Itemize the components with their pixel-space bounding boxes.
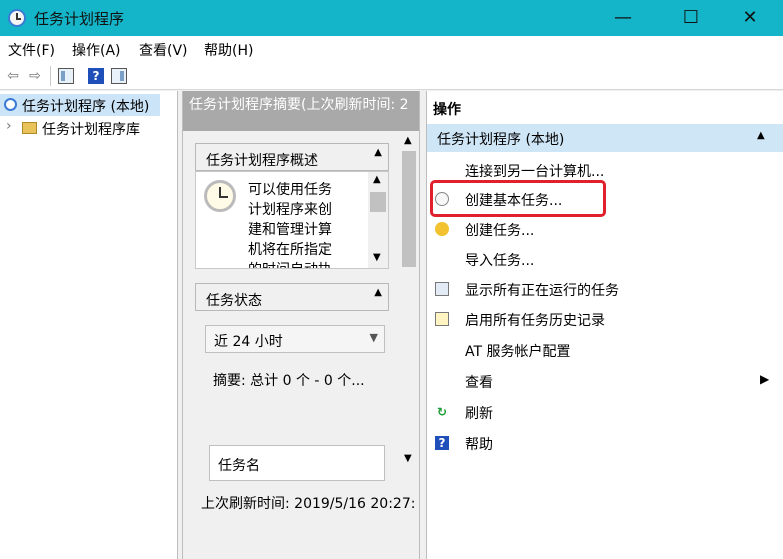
close-button[interactable]: ✕ [727, 0, 773, 36]
tree-item-library[interactable]: 任务计划程序库 [42, 119, 140, 139]
toolbar-divider [50, 66, 51, 86]
highlight-box [430, 180, 606, 217]
show-tree-icon[interactable] [58, 68, 74, 84]
task-clock-icon [435, 222, 449, 236]
last-refresh-time: 上次刷新时间: 2019/5/16 20:27: [201, 496, 416, 512]
help-icon: ? [435, 436, 449, 450]
clock-icon [8, 9, 26, 27]
minimize-button[interactable]: — [600, 0, 646, 36]
overview-line: 建和管理计算 [248, 222, 332, 238]
summary-header: 任务计划程序摘要(上次刷新时间: 2 [183, 91, 419, 131]
scroll-down-icon[interactable]: ▼ [404, 453, 412, 464]
window-title: 任务计划程序 [34, 10, 125, 28]
forward-arrow-icon[interactable]: ⇨ [26, 67, 44, 85]
status-section-header[interactable]: 任务状态 ▲ [195, 283, 389, 311]
collapse-icon[interactable]: ▲ [374, 287, 382, 298]
summary-pane: 任务计划程序摘要(上次刷新时间: 2 任务计划程序概述 ▲ 可以使用任务 计划程… [182, 91, 420, 559]
action-at-service-config[interactable]: AT 服务帐户配置 [465, 341, 571, 361]
overview-line: 的时间自动执 [248, 260, 360, 268]
task-name-label: 任务名 [218, 458, 260, 474]
task-name-column-header[interactable]: 任务名 [209, 445, 385, 481]
scroll-up-icon[interactable]: ▲ [404, 135, 412, 146]
menu-help[interactable]: 帮助(H) [204, 40, 253, 60]
action-refresh[interactable]: 刷新 [465, 403, 493, 423]
toolbar: ⇦ ⇨ ? [0, 62, 783, 90]
action-help[interactable]: 帮助 [465, 434, 493, 454]
overview-line: 机将在所指定 [248, 242, 332, 258]
actions-pane: 操作 任务计划程序 (本地) ▲ 连接到另一台计算机... 创建基本任务... … [426, 91, 783, 559]
chevron-right-icon[interactable]: › [6, 118, 12, 134]
refresh-icon: ↻ [436, 405, 448, 419]
action-import-task[interactable]: 导入任务... [465, 250, 534, 270]
chevron-down-icon: ▼ [369, 331, 378, 344]
scroll-thumb[interactable] [402, 151, 416, 267]
running-tasks-icon [435, 282, 449, 296]
overview-line: 可以使用任务 [248, 182, 332, 198]
menu-view[interactable]: 查看(V) [139, 40, 188, 60]
action-connect[interactable]: 连接到另一台计算机... [465, 161, 604, 181]
action-view[interactable]: 查看 [465, 372, 493, 392]
help-icon[interactable]: ? [88, 68, 104, 84]
scroll-down-icon[interactable]: ▼ [373, 252, 381, 263]
overview-line: 计划程序来创 [248, 202, 332, 218]
clock-icon [4, 98, 17, 111]
navigation-tree: 任务计划程序 (本地) › 任务计划程序库 [0, 91, 178, 559]
menu-file[interactable]: 文件(F) [8, 40, 55, 60]
clock-hand [220, 196, 228, 198]
actions-group-header[interactable]: 任务计划程序 (本地) ▲ [427, 124, 783, 152]
title-bar: 任务计划程序 — ☐ ✕ [0, 0, 783, 36]
tree-item-root[interactable]: 任务计划程序 (本地) [22, 96, 149, 116]
overview-text: 可以使用任务 计划程序来创 建和管理计算 机将在所指定 的时间自动执 [248, 180, 360, 268]
dropdown-value: 近 24 小时 [214, 334, 283, 350]
submenu-arrow-icon: ▶ [760, 372, 770, 386]
menu-action[interactable]: 操作(A) [72, 40, 121, 60]
action-enable-history[interactable]: 启用所有任务历史记录 [465, 310, 605, 330]
menu-bar: 文件(F) 操作(A) 查看(V) 帮助(H) [0, 36, 783, 62]
overview-scrollbar[interactable]: ▲ ▼ [368, 172, 388, 268]
action-create-task[interactable]: 创建任务... [465, 220, 534, 240]
status-summary: 摘要: 总计 0 个 - 0 个... [213, 373, 365, 389]
overview-content: 可以使用任务 计划程序来创 建和管理计算 机将在所指定 的时间自动执 ▲ ▼ [195, 171, 389, 269]
show-action-pane-icon[interactable] [111, 68, 127, 84]
clock-icon [204, 180, 236, 212]
summary-scrollbar[interactable]: ▲ ▼ [399, 131, 419, 467]
collapse-icon[interactable]: ▲ [374, 147, 382, 158]
action-show-running[interactable]: 显示所有正在运行的任务 [465, 280, 619, 300]
time-range-dropdown[interactable]: 近 24 小时 ▼ [205, 325, 385, 353]
action-pane-icon [120, 71, 124, 81]
history-icon [435, 312, 449, 326]
summary-body: 任务计划程序概述 ▲ 可以使用任务 计划程序来创 建和管理计算 机将在所指定 的… [183, 131, 419, 559]
scroll-up-icon[interactable]: ▲ [373, 174, 381, 185]
back-arrow-icon[interactable]: ⇦ [4, 67, 22, 85]
collapse-icon[interactable]: ▲ [757, 130, 765, 141]
maximize-button[interactable]: ☐ [668, 0, 714, 36]
status-title: 任务状态 [206, 293, 262, 309]
folder-clock-icon [22, 122, 37, 134]
tree-pane-icon [61, 71, 65, 81]
overview-section-header[interactable]: 任务计划程序概述 ▲ [195, 143, 389, 171]
scroll-thumb[interactable] [370, 192, 386, 212]
overview-title: 任务计划程序概述 [206, 153, 318, 169]
actions-header: 操作 [433, 102, 461, 118]
actions-group-title: 任务计划程序 (本地) [437, 132, 565, 148]
